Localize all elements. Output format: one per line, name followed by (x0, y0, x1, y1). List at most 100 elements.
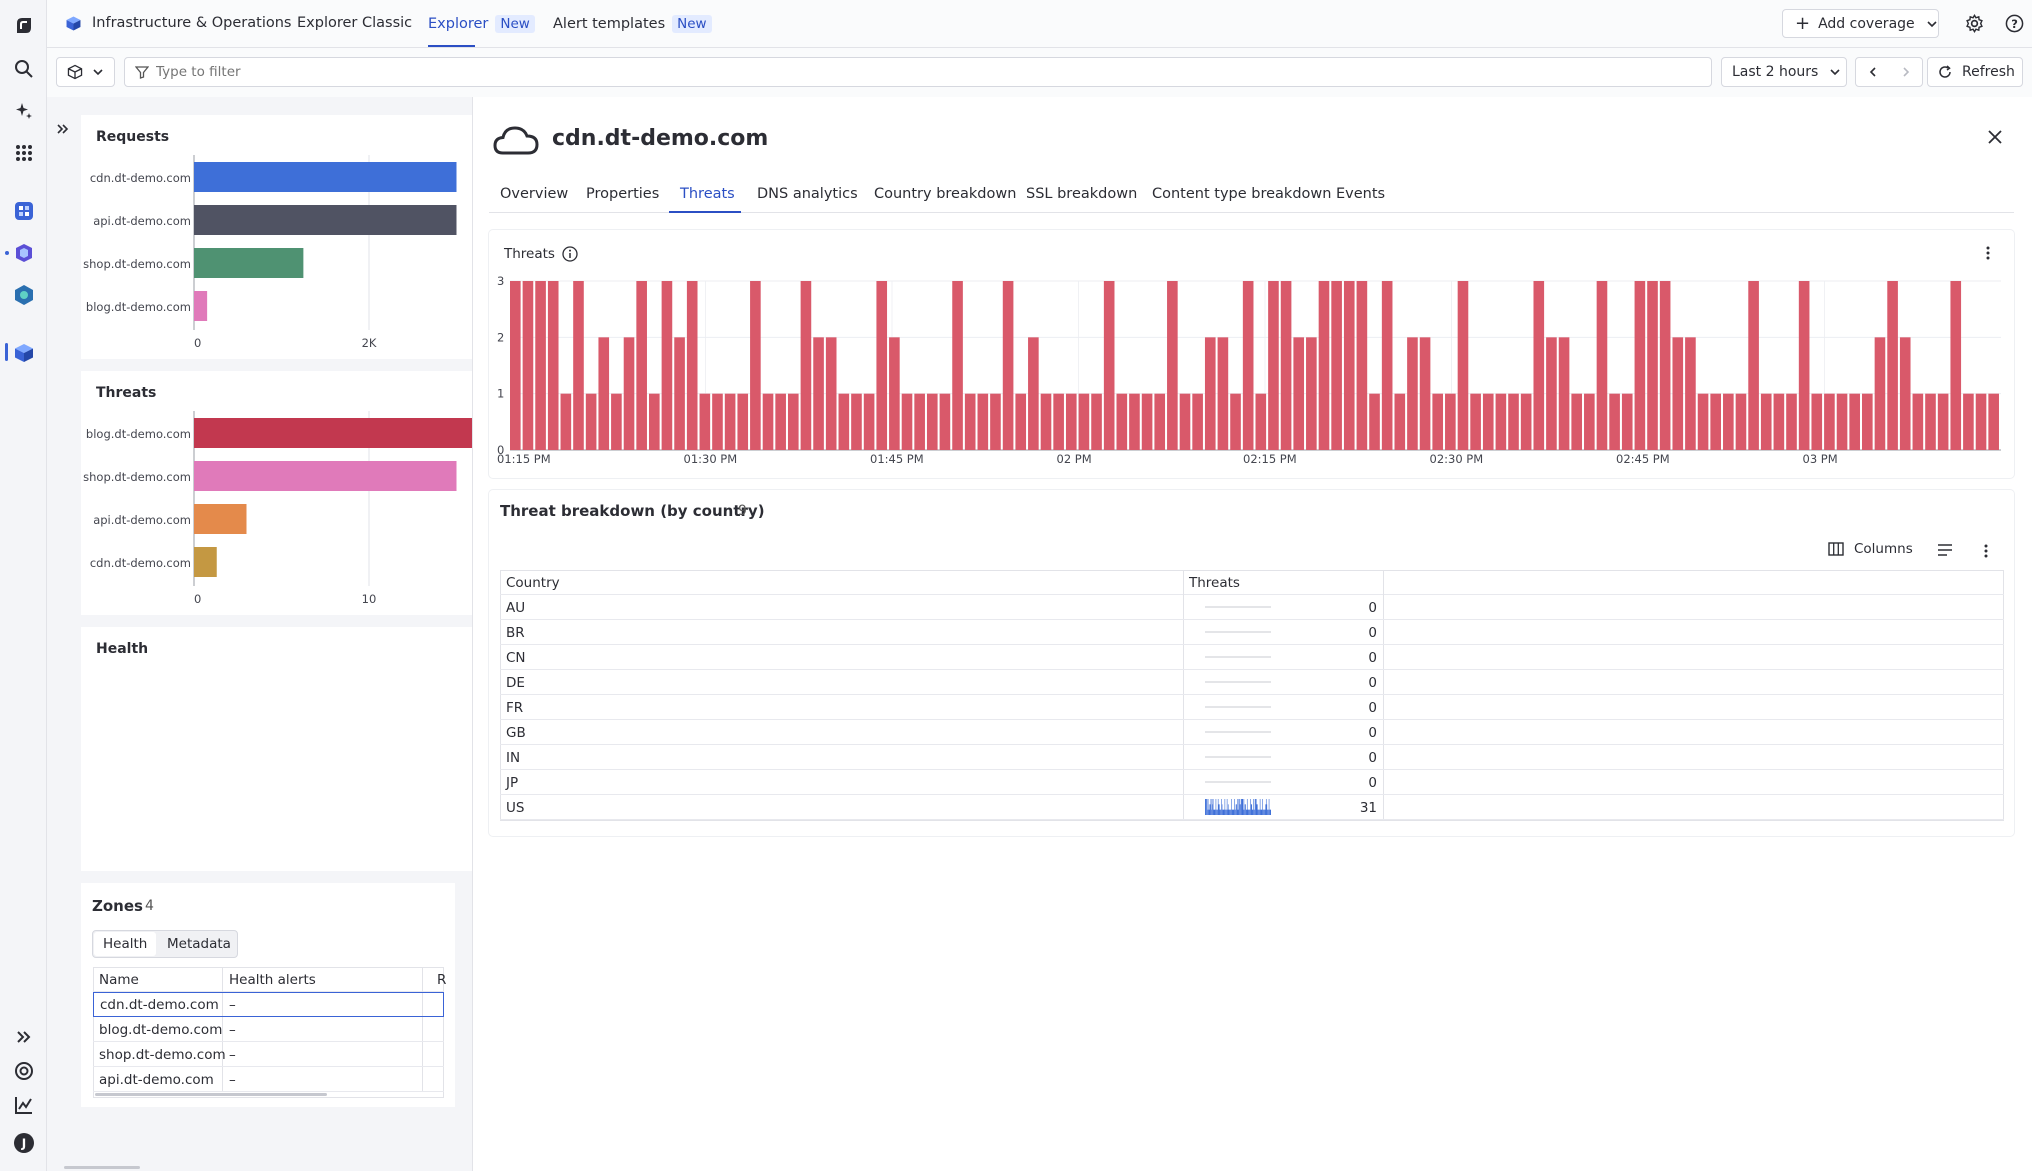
zones-row[interactable]: cdn.dt-demo.com – (93, 992, 444, 1017)
threats-bar[interactable] (560, 393, 572, 450)
threats-bar[interactable] (1824, 393, 1835, 450)
threats-bar[interactable] (1457, 281, 1469, 450)
threats-bar[interactable] (1748, 281, 1759, 450)
threats-bar[interactable] (194, 461, 457, 491)
threats-bar[interactable] (1217, 337, 1229, 450)
threats-bar[interactable] (1293, 337, 1305, 450)
add-coverage-button[interactable]: + Add coverage (1782, 9, 1939, 38)
threats-bar[interactable] (914, 393, 925, 450)
zones-row[interactable]: shop.dt-demo.com – (93, 1042, 444, 1067)
threats-bar[interactable] (964, 393, 976, 450)
tab-dns-analytics[interactable]: DNS analytics (757, 186, 858, 202)
table-more-options-icon[interactable] (1983, 543, 1989, 563)
threats-bar[interactable] (977, 393, 989, 450)
threats-bar[interactable] (1381, 281, 1393, 450)
threats-bar[interactable] (1470, 393, 1481, 450)
threats-bar[interactable] (990, 393, 1001, 450)
support-icon[interactable] (12, 1059, 36, 1083)
threats-bar[interactable] (1571, 393, 1583, 450)
threats-bar[interactable] (1937, 393, 1949, 450)
threats-bar[interactable] (813, 337, 824, 450)
threats-bar[interactable] (1634, 281, 1646, 450)
analytics-icon[interactable] (12, 1093, 36, 1117)
table-row[interactable]: JP 0 (500, 770, 2004, 795)
threats-bar[interactable] (699, 393, 711, 450)
threats-bar[interactable] (851, 393, 862, 450)
threats-bar[interactable] (1963, 393, 1974, 450)
threats-bar[interactable] (1356, 281, 1368, 450)
threats-bar[interactable] (939, 393, 951, 450)
threats-bar[interactable] (1786, 393, 1797, 450)
density-icon[interactable] (1937, 543, 1953, 561)
threats-bar[interactable] (901, 393, 913, 450)
threats-bar[interactable] (1836, 393, 1848, 450)
table-row[interactable]: FR 0 (500, 695, 2004, 720)
col-threats[interactable]: Threats (1189, 575, 1240, 591)
threats-bar[interactable] (1280, 281, 1292, 450)
chevron-left-icon[interactable] (1868, 67, 1878, 77)
threats-bar[interactable] (522, 281, 534, 450)
tab-country-breakdown[interactable]: Country breakdown (874, 186, 1016, 202)
zones-tab-health[interactable]: Health (103, 936, 147, 952)
threats-bar[interactable] (1419, 337, 1431, 450)
threats-bar[interactable] (1015, 393, 1027, 450)
tab-content-type-breakdown[interactable]: Content type breakdown (1152, 186, 1331, 202)
dashboard-app-icon[interactable] (12, 199, 36, 223)
threats-bar[interactable] (611, 393, 622, 450)
table-row[interactable]: IN 0 (500, 745, 2004, 770)
threats-bar[interactable] (1482, 393, 1494, 450)
more-options-icon[interactable] (1985, 245, 1991, 265)
zones-row[interactable]: api.dt-demo.com – (93, 1067, 444, 1092)
threats-bar[interactable] (1975, 393, 1987, 450)
threats-bar[interactable] (1773, 393, 1785, 450)
threats-bar[interactable] (750, 281, 761, 450)
threats-bar[interactable] (1760, 393, 1772, 450)
tab-properties[interactable]: Properties (586, 186, 659, 202)
cloud-app-icon[interactable] (12, 241, 36, 265)
table-row[interactable]: BR 0 (500, 620, 2004, 645)
threats-bar[interactable] (1179, 393, 1191, 450)
threats-bar[interactable] (1685, 337, 1696, 450)
app-title[interactable]: Infrastructure & Operations (92, 15, 291, 31)
threats-bar[interactable] (863, 393, 875, 450)
left-area-scrollbar[interactable] (64, 1166, 140, 1169)
threats-bar[interactable] (1078, 393, 1090, 450)
threats-bar[interactable] (1028, 337, 1039, 450)
requests-bar[interactable] (194, 291, 208, 321)
threats-bar[interactable] (547, 281, 559, 450)
sparkle-icon[interactable] (12, 99, 36, 123)
nav-alert-templates[interactable]: Alert templates New (553, 15, 712, 33)
chevron-right-icon[interactable] (1901, 67, 1911, 77)
threats-bar[interactable] (1609, 393, 1620, 450)
requests-bar[interactable] (194, 205, 457, 235)
threats-bar[interactable] (1394, 393, 1406, 450)
threats-bar[interactable] (1495, 393, 1507, 450)
threats-bar[interactable] (1116, 393, 1128, 450)
threats-bar[interactable] (889, 337, 900, 450)
threats-bar[interactable] (623, 337, 635, 450)
threats-bar[interactable] (1912, 393, 1924, 450)
nav-explorer[interactable]: Explorer New (428, 15, 535, 33)
threats-bar[interactable] (1596, 281, 1608, 450)
expand-sidebar-icon[interactable] (56, 122, 70, 140)
entity-type-select[interactable] (56, 57, 115, 87)
threats-bar[interactable] (1103, 281, 1115, 450)
requests-bar[interactable] (194, 162, 457, 192)
zones-col-health-alerts[interactable]: Health alerts (229, 972, 316, 988)
threats-bar[interactable] (712, 393, 723, 450)
tab-threats[interactable]: Threats (680, 186, 735, 202)
threats-bar[interactable] (1445, 393, 1456, 450)
zones-horizontal-scrollbar[interactable] (95, 1093, 327, 1096)
threats-bar[interactable] (1318, 281, 1330, 450)
threats-bar[interactable] (1432, 393, 1444, 450)
kubernetes-app-icon[interactable] (12, 283, 36, 307)
refresh-button[interactable]: Refresh (1927, 57, 2023, 87)
user-avatar-icon[interactable]: J (12, 1131, 36, 1155)
nav-explorer-classic[interactable]: Explorer Classic (297, 15, 412, 31)
threats-bar[interactable] (1899, 337, 1911, 450)
threats-bar[interactable] (1002, 281, 1014, 450)
columns-button[interactable]: Columns (1828, 541, 1913, 557)
threats-bar[interactable] (1697, 393, 1709, 450)
threats-bar[interactable] (1735, 393, 1747, 450)
threats-bar[interactable] (1659, 281, 1671, 450)
